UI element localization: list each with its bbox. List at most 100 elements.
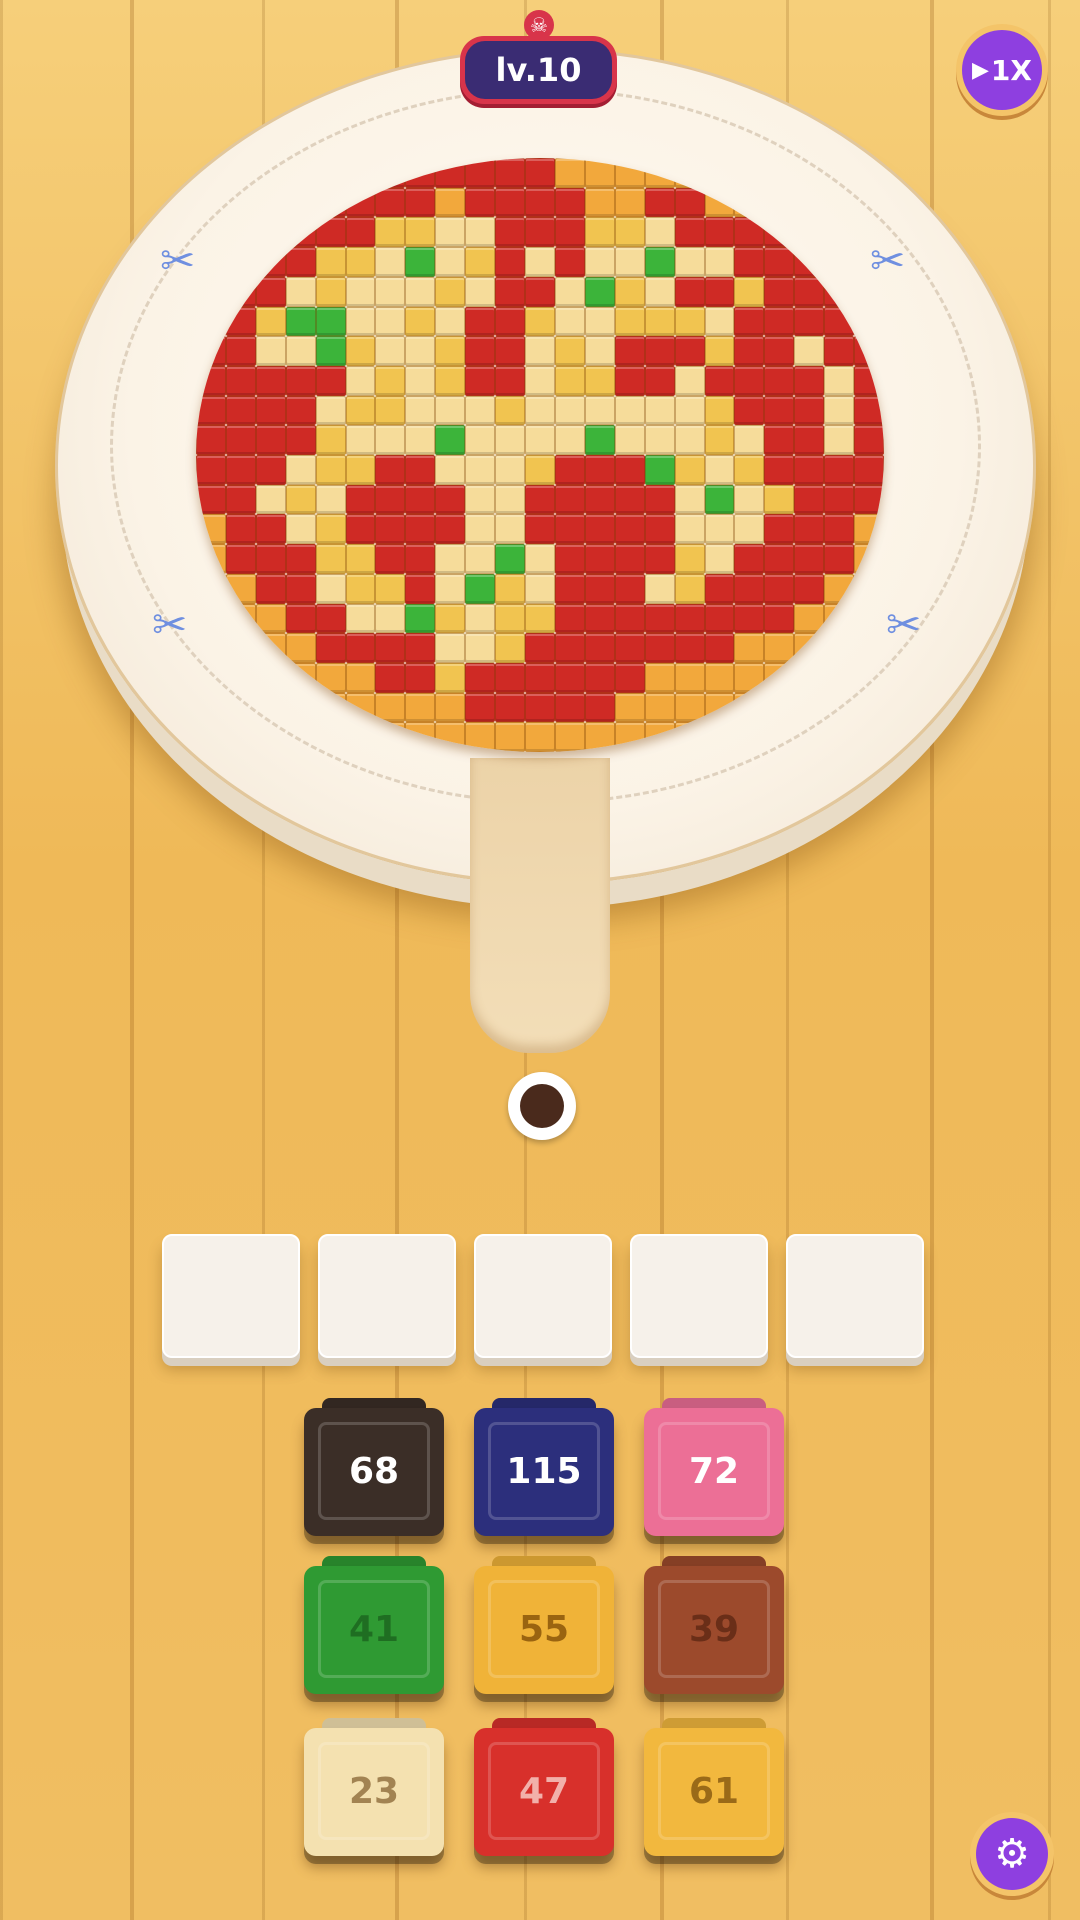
pizza-pixel [375, 276, 406, 307]
pizza-pixel [525, 722, 555, 752]
pizza-pixel [614, 395, 645, 426]
pizza-pixel [405, 662, 436, 693]
pizza-pixel [644, 633, 675, 663]
holding-slot[interactable] [162, 1234, 300, 1358]
block-count: 55 [488, 1580, 600, 1678]
pizza-pixel [495, 573, 526, 604]
pizza-pixel [554, 425, 585, 455]
pizza-pixel [554, 455, 585, 485]
holding-slot[interactable] [630, 1234, 768, 1358]
pizza-pixel [674, 247, 705, 277]
pizza-pixel [465, 425, 496, 455]
pizza-pixel [614, 306, 645, 337]
block-count: 61 [658, 1742, 770, 1840]
pizza-pixel [495, 455, 526, 485]
pizza-pixel [375, 395, 406, 426]
pizza-pixel [824, 514, 855, 545]
pizza-pixel [285, 247, 316, 277]
pizza-pixel [465, 217, 496, 248]
pizza-pixel [644, 306, 675, 337]
conveyor-chute [470, 758, 610, 1053]
color-block[interactable]: 47 [474, 1718, 614, 1856]
pizza-pixel [734, 514, 765, 545]
pizza-pixel [644, 425, 675, 455]
color-block[interactable]: 61 [644, 1718, 784, 1856]
pizza-pixel-grid [196, 158, 884, 752]
pizza-pixel [554, 217, 585, 248]
pizza-pixel [674, 455, 705, 485]
pizza-pixel [794, 336, 825, 366]
pizza-pixel [315, 336, 346, 366]
pizza-pixel [435, 306, 466, 337]
bow-icon: ✂ [152, 600, 188, 649]
pizza-pixel [794, 395, 825, 426]
pizza-pixel [674, 662, 705, 693]
color-block[interactable]: 68 [304, 1398, 444, 1536]
pizza-pixel [674, 633, 705, 663]
pizza-pixel [554, 722, 585, 752]
holding-slot[interactable] [318, 1234, 456, 1358]
color-block[interactable]: 72 [644, 1398, 784, 1536]
pizza-pixel [315, 306, 346, 337]
pizza-pixel [614, 455, 645, 485]
pizza-pixel [704, 247, 735, 277]
pizza-pixel [704, 425, 735, 455]
pizza-pixel [525, 187, 555, 218]
pizza-pixel [285, 603, 316, 634]
pizza-pixel [584, 306, 615, 337]
pizza-pixel [435, 573, 466, 604]
bow-icon: ✂ [886, 600, 922, 649]
pizza-pixel [495, 187, 526, 218]
pizza-pixel [554, 276, 585, 307]
pizza-pixel [465, 395, 496, 426]
pizza-pixel [554, 514, 585, 545]
color-block[interactable]: 55 [474, 1556, 614, 1694]
pizza-pixel [285, 425, 316, 455]
pizza-pixel [644, 336, 675, 366]
holding-slot[interactable] [474, 1234, 612, 1358]
pizza-pixel [554, 158, 585, 188]
pizza-pixel [225, 514, 256, 545]
pizza-pixel [405, 217, 436, 248]
color-block[interactable]: 39 [644, 1556, 784, 1694]
pizza-pixel [196, 455, 226, 485]
pizza-pixel [465, 276, 496, 307]
pizza-pixel [644, 544, 675, 574]
pizza-pixel [584, 484, 615, 515]
pizza-pixel [704, 217, 735, 248]
pizza-pixel [764, 306, 795, 337]
pizza-pixel [704, 484, 735, 515]
pizza-pixel [435, 365, 466, 396]
settings-button[interactable]: ⚙ [970, 1812, 1054, 1896]
pizza-pixel [345, 247, 376, 277]
pizza-pixel [405, 365, 436, 396]
pizza-pixel [644, 365, 675, 396]
pizza-pixel [674, 484, 705, 515]
pizza-pixel [614, 633, 645, 663]
pizza-pixel [704, 455, 735, 485]
holding-slot[interactable] [786, 1234, 924, 1358]
pizza-pixel [435, 217, 466, 248]
pizza-pixel [465, 633, 496, 663]
pizza-pixel [255, 603, 286, 634]
pizza-pixel [674, 306, 705, 337]
pizza-pixel [674, 217, 705, 248]
pizza-pixel [255, 276, 286, 307]
pizza-pixel [345, 365, 376, 396]
pizza-pixel [375, 365, 406, 396]
pizza-pixel [435, 425, 466, 455]
color-block[interactable]: 23 [304, 1718, 444, 1856]
color-block[interactable]: 115 [474, 1398, 614, 1536]
pizza-pixel [764, 365, 795, 396]
speed-button[interactable]: ▶ 1X [956, 24, 1048, 116]
pizza-pixel [554, 336, 585, 366]
pizza-pixel [704, 544, 735, 574]
pizza-pixel [255, 484, 286, 515]
pizza-pixel [285, 514, 316, 545]
speed-button-face[interactable]: ▶ 1X [962, 30, 1042, 110]
pizza-pixel [644, 217, 675, 248]
pizza-pixel [525, 514, 555, 545]
pizza-pixel [405, 187, 436, 218]
color-block[interactable]: 41 [304, 1556, 444, 1694]
pizza-pixel [674, 365, 705, 396]
